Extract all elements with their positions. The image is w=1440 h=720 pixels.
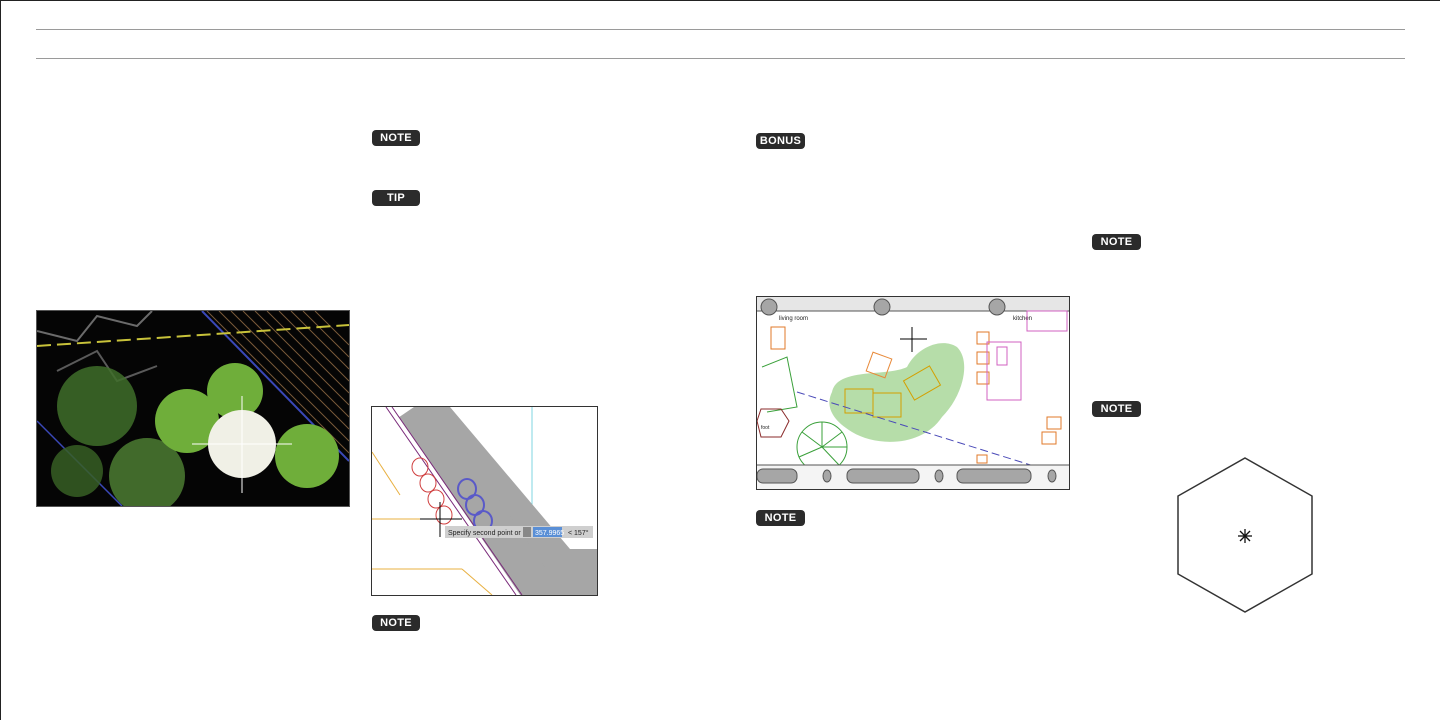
room-label-living: living room [779, 316, 808, 322]
center-point-icon [1238, 529, 1252, 543]
cad-wall-figure: Specify second point or 357.9965 < 157° [371, 406, 598, 596]
bonus-badge: BONUS [756, 133, 805, 149]
floor-plan-figure: living room kitchen foot [756, 296, 1070, 490]
tooltip-angle: < 157° [568, 529, 589, 537]
room-label-foot: foot [761, 425, 770, 431]
tooltip-prompt: Specify second point or [448, 530, 521, 537]
note-badge: NOTE [372, 615, 420, 631]
note-badge: NOTE [1092, 401, 1141, 417]
page-frame-left [0, 0, 1, 720]
tooltip-value: 357.9965 [535, 530, 564, 537]
hexagon-figure [1175, 455, 1315, 615]
page-frame-top [0, 0, 1440, 1]
tip-badge: TIP [372, 190, 420, 206]
note-badge: NOTE [372, 130, 420, 146]
header-rule-top [36, 29, 1405, 30]
trees-figure [36, 310, 350, 507]
note-badge: NOTE [1092, 234, 1141, 250]
note-badge: NOTE [756, 510, 805, 526]
header-rule-bottom [36, 58, 1405, 59]
room-label-kitchen: kitchen [1013, 316, 1032, 322]
